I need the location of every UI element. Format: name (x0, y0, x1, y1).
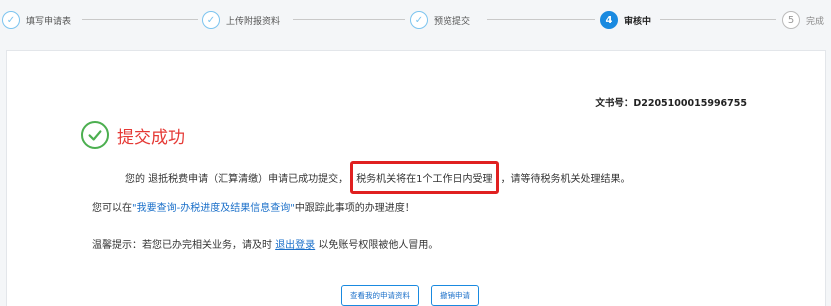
step-connector (660, 19, 776, 20)
success-check-icon (81, 121, 109, 149)
message-text: ，请等待税务机关处理结果。 (500, 174, 631, 185)
tip-text: 温馨提示：若您已办完相关业务，请及时 (92, 240, 272, 251)
check-icon: ✓ (2, 11, 20, 29)
step-label: 填写申请表 (26, 16, 72, 27)
tracking-text: 中跟踪此事项的办理进度！ (294, 203, 415, 214)
document-number: 文书号：D2205100015996755 (595, 95, 747, 109)
step-upload: ✓ 上传附报资料 (202, 6, 280, 34)
step-number: 4 (600, 11, 618, 29)
submission-message: 您的 退抵税费申请（汇算清缴）申请已成功提交， 税务机关将在1个工作日内受理 ，请等… (125, 161, 631, 194)
view-application-button[interactable]: 查看我的申请资料 (341, 285, 419, 306)
success-title: 提交成功 (117, 127, 185, 148)
logout-tip: 温馨提示：若您已办完相关业务，请及时 退出登录 以免账号权限被他人冒用。 (92, 236, 438, 251)
step-connector (82, 19, 198, 20)
document-number-value: D2205100015996755 (633, 98, 747, 109)
step-fill-form: ✓ 填写申请表 (2, 6, 71, 34)
step-connector (487, 19, 595, 20)
progress-stepper: ✓ 填写申请表 ✓ 上传附报资料 ✓ 预览提交 4 审核中 5 完成 (0, 0, 831, 40)
step-label: 预览提交 (434, 16, 471, 27)
step-preview: ✓ 预览提交 (410, 6, 470, 34)
step-label: 完成 (806, 16, 825, 27)
step-review: 4 审核中 (600, 6, 651, 34)
processing-time-highlight: 税务机关将在1个工作日内受理 (350, 161, 499, 194)
check-icon: ✓ (410, 11, 428, 29)
message-text: 您的 退抵税费申请（汇算清缴）申请已成功提交， (125, 174, 349, 185)
action-buttons: 查看我的申请资料 撤销申请 (341, 285, 479, 306)
step-number: 5 (782, 11, 800, 29)
logout-link[interactable]: 退出登录 (275, 240, 315, 251)
withdraw-application-button[interactable]: 撤销申请 (431, 285, 479, 306)
step-label: 上传附报资料 (226, 16, 281, 27)
check-icon: ✓ (202, 11, 220, 29)
step-connector (293, 19, 405, 20)
step-complete: 5 完成 (782, 6, 824, 34)
tracking-hint: 您可以在"我要查询-办税进度及结果信息查询"中跟踪此事项的办理进度！ (92, 199, 415, 214)
tip-text: 以免账号权限被他人冒用。 (318, 240, 439, 251)
progress-query-link[interactable]: "我要查询-办税进度及结果信息查询" (132, 203, 295, 214)
page: ✓ 填写申请表 ✓ 上传附报资料 ✓ 预览提交 4 审核中 5 完成 文书号：D… (0, 0, 831, 306)
document-number-label: 文书号： (595, 98, 634, 109)
step-label: 审核中 (624, 16, 652, 27)
result-card: 文书号：D2205100015996755 提交成功 您的 退抵税费申请（汇算清… (6, 50, 826, 306)
tracking-text: 您可以在 (92, 203, 132, 214)
success-header: 提交成功 (81, 121, 185, 149)
